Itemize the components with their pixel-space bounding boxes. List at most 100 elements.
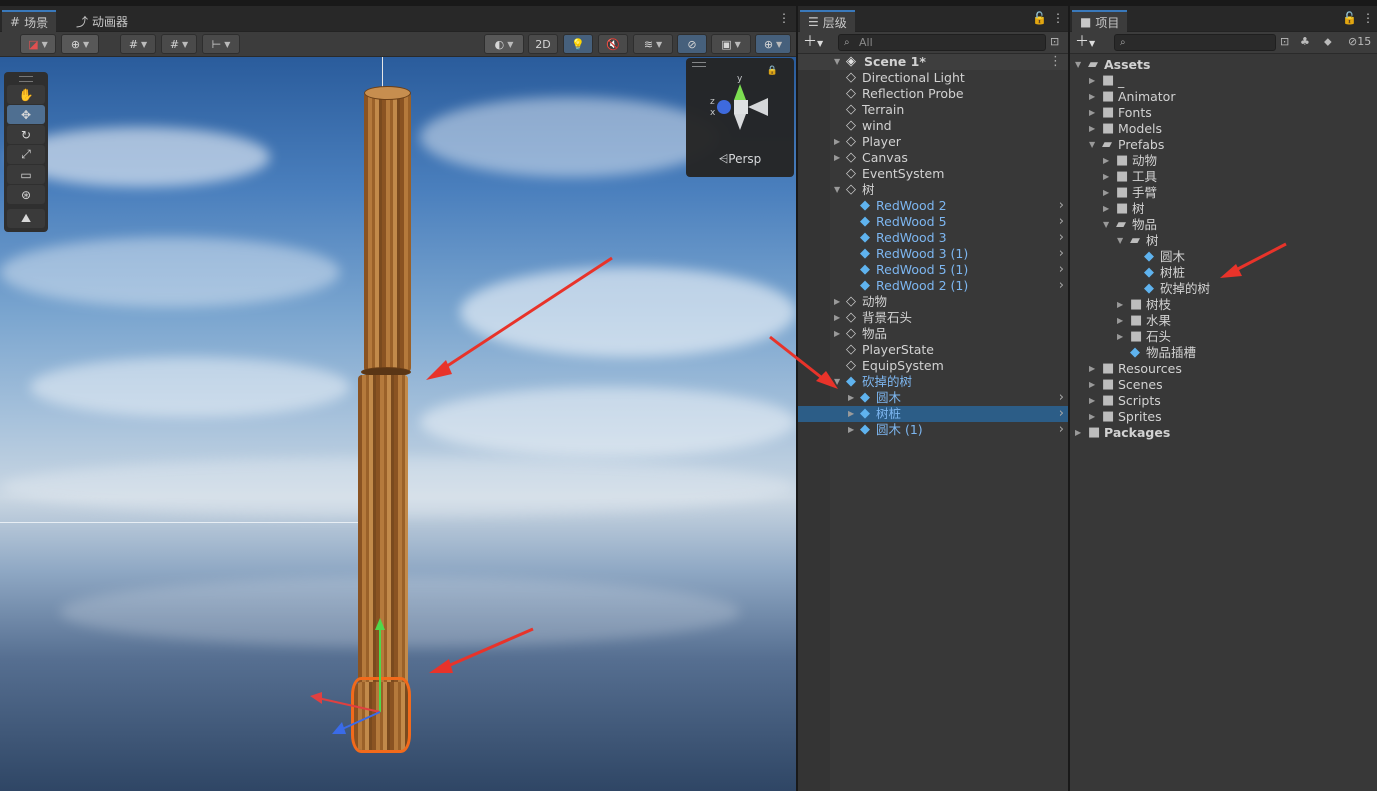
hierarchy-item[interactable]: ◆ RedWood 3 (1) › [798, 246, 1068, 262]
collapse-arrow-icon[interactable]: ▼ [1117, 233, 1123, 249]
open-prefab-chevron-icon[interactable]: › [1059, 390, 1064, 406]
project-folder-item[interactable]: ▼ ▰ 物品 [1070, 217, 1377, 233]
hidden-objects-button[interactable]: ⊘ [677, 34, 707, 54]
expand-arrow-icon[interactable]: ▶ [834, 326, 840, 342]
project-folder-item[interactable]: ▼ ▰ Assets [1070, 57, 1377, 73]
project-search-input[interactable]: ⌕ [1114, 34, 1276, 51]
hierarchy-item[interactable]: ▶ ◇ 背景石头 [798, 310, 1068, 326]
search-options-icon[interactable]: ⊡ [1050, 35, 1059, 48]
collapse-arrow-icon[interactable]: ▼ [1103, 217, 1109, 233]
kebab-menu-icon[interactable]: ⋮ [778, 11, 790, 25]
hierarchy-item[interactable]: ◆ RedWood 2 › [798, 198, 1068, 214]
move-tool-icon[interactable]: ✥ [7, 105, 45, 124]
hierarchy-item[interactable]: ◇ Reflection Probe [798, 86, 1068, 102]
project-folder-item[interactable]: ▼ ▰ 树 [1070, 233, 1377, 249]
expand-arrow-icon[interactable]: ▶ [834, 294, 840, 310]
expand-arrow-icon[interactable]: ▶ [1117, 313, 1123, 329]
grid-snap-button[interactable]: # ▼ [120, 34, 156, 54]
expand-arrow-icon[interactable]: ▶ [848, 390, 854, 406]
log-upper[interactable] [364, 92, 411, 372]
project-folder-item[interactable]: ▶ ■ Fonts [1070, 105, 1377, 121]
hierarchy-item[interactable]: ◇ EventSystem [798, 166, 1068, 182]
expand-arrow-icon[interactable]: ▶ [1089, 409, 1095, 425]
expand-arrow-icon[interactable]: ▶ [848, 406, 854, 422]
tab-hierarchy[interactable]: ☰ 层级 [800, 10, 855, 32]
effects-toggle-button[interactable]: ≋ ▼ [633, 34, 673, 54]
collapse-arrow-icon[interactable]: ▼ [834, 182, 840, 198]
project-asset-item[interactable]: ◆ 物品插槽 [1070, 345, 1377, 361]
hierarchy-item[interactable]: ◆ RedWood 5 › [798, 214, 1068, 230]
expand-arrow-icon[interactable]: ▶ [1117, 329, 1123, 345]
shading-mode-button[interactable]: ◐ ▼ [484, 34, 524, 54]
open-prefab-chevron-icon[interactable]: › [1059, 214, 1064, 230]
project-folder-item[interactable]: ▶ ■ 水果 [1070, 313, 1377, 329]
expand-arrow-icon[interactable]: ▶ [1089, 393, 1095, 409]
hand-tool-icon[interactable]: ✋ [7, 85, 45, 104]
filter-by-type-icon[interactable]: ♣ [1300, 35, 1310, 48]
project-asset-item[interactable]: ◆ 圆木 [1070, 249, 1377, 265]
hierarchy-item[interactable]: ▶ ◆ 圆木 › [798, 390, 1068, 406]
project-folder-item[interactable]: ▶ ■ Packages [1070, 425, 1377, 441]
draw-mode-button[interactable]: ◪ ▼ [20, 34, 56, 54]
expand-arrow-icon[interactable]: ▶ [1103, 185, 1109, 201]
ruler-button[interactable]: ⊢ ▼ [202, 34, 240, 54]
hierarchy-item[interactable]: ◇ Directional Light [798, 70, 1068, 86]
open-prefab-chevron-icon[interactable]: › [1059, 406, 1064, 422]
hierarchy-item[interactable]: ▼ ◆ 砍掉的树 [798, 374, 1068, 390]
hierarchy-item[interactable]: ▶ ◇ Player [798, 134, 1068, 150]
project-folder-item[interactable]: ▶ ■ Scripts [1070, 393, 1377, 409]
camera-settings-button[interactable]: ▣ ▼ [711, 34, 751, 54]
collapse-arrow-icon[interactable]: ▼ [1089, 137, 1095, 153]
lighting-toggle-button[interactable]: 💡 [563, 34, 593, 54]
project-folder-item[interactable]: ▶ ■ Models [1070, 121, 1377, 137]
expand-arrow-icon[interactable]: ▶ [1089, 89, 1095, 105]
collapse-arrow-icon[interactable]: ▼ [1075, 57, 1081, 73]
collapse-arrow-icon[interactable]: ▼ [834, 374, 840, 390]
kebab-menu-icon[interactable]: ⋮ [1362, 11, 1374, 25]
axis-cube-icon[interactable]: y z x [704, 70, 784, 140]
project-folder-item[interactable]: ▶ ■ 石头 [1070, 329, 1377, 345]
project-folder-item[interactable]: ▶ ■ 动物 [1070, 153, 1377, 169]
project-folder-item[interactable]: ▶ ■ 树 [1070, 201, 1377, 217]
add-object-button[interactable]: ＋▼ [803, 34, 823, 52]
tab-animator[interactable]: ⤴ 动画器 [68, 10, 136, 32]
hierarchy-search-input[interactable]: ⌕ All [838, 34, 1046, 51]
hierarchy-item[interactable]: ▶ ◇ Canvas [798, 150, 1068, 166]
scene-row[interactable]: ▼ ◈ Scene 1* ⋮ [798, 54, 1068, 70]
transform-tool-icon[interactable]: ⊛ [7, 185, 45, 204]
hierarchy-item[interactable]: ▶ ◆ 树桩 › [798, 406, 1068, 422]
audio-toggle-button[interactable]: 🔇 [598, 34, 628, 54]
create-asset-button[interactable]: ＋▼ [1075, 34, 1095, 52]
open-prefab-chevron-icon[interactable]: › [1059, 246, 1064, 262]
expand-arrow-icon[interactable]: ▶ [1089, 105, 1095, 121]
increment-snap-button[interactable]: # ▼ [161, 34, 197, 54]
expand-arrow-icon[interactable]: ▶ [1089, 361, 1095, 377]
gizmos-button[interactable]: ⊕ ▼ [755, 34, 791, 54]
rotate-tool-icon[interactable]: ↻ [7, 125, 45, 144]
expand-arrow-icon[interactable]: ▶ [834, 134, 840, 150]
hierarchy-item[interactable]: ◆ RedWood 3 › [798, 230, 1068, 246]
toggle-2d-button[interactable]: 2D [528, 34, 558, 54]
open-prefab-chevron-icon[interactable]: › [1059, 422, 1064, 438]
search-by-type-icon[interactable]: ⊡ [1280, 35, 1289, 48]
rect-tool-icon[interactable]: ▭ [7, 165, 45, 184]
hierarchy-item[interactable]: ▼ ◇ 树 [798, 182, 1068, 198]
hierarchy-item[interactable]: ◇ Terrain [798, 102, 1068, 118]
expand-arrow-icon[interactable]: ▶ [1089, 73, 1095, 89]
palette-grip[interactable] [19, 76, 33, 82]
lock-icon[interactable]: 🔓 [1032, 11, 1047, 25]
expand-arrow-icon[interactable]: ▶ [1117, 297, 1123, 313]
project-asset-item[interactable]: ◆ 砍掉的树 [1070, 281, 1377, 297]
project-folder-item[interactable]: ▶ ■ Scenes [1070, 377, 1377, 393]
custom-tool-icon[interactable]: ⛰ [7, 209, 45, 228]
project-folder-item[interactable]: ▶ ■ 工具 [1070, 169, 1377, 185]
move-handle-gizmo[interactable] [300, 612, 420, 752]
kebab-menu-icon[interactable]: ⋮ [1052, 11, 1064, 25]
expand-arrow-icon[interactable]: ▶ [1103, 153, 1109, 169]
open-prefab-chevron-icon[interactable]: › [1059, 198, 1064, 214]
kebab-menu-icon[interactable]: ⋮ [1049, 54, 1062, 70]
persp-toggle[interactable]: ⩤Persp [686, 152, 794, 167]
hierarchy-item[interactable]: ▶ ◆ 圆木 (1) › [798, 422, 1068, 438]
gizmo-grip[interactable] [692, 62, 706, 67]
open-prefab-chevron-icon[interactable]: › [1059, 262, 1064, 278]
